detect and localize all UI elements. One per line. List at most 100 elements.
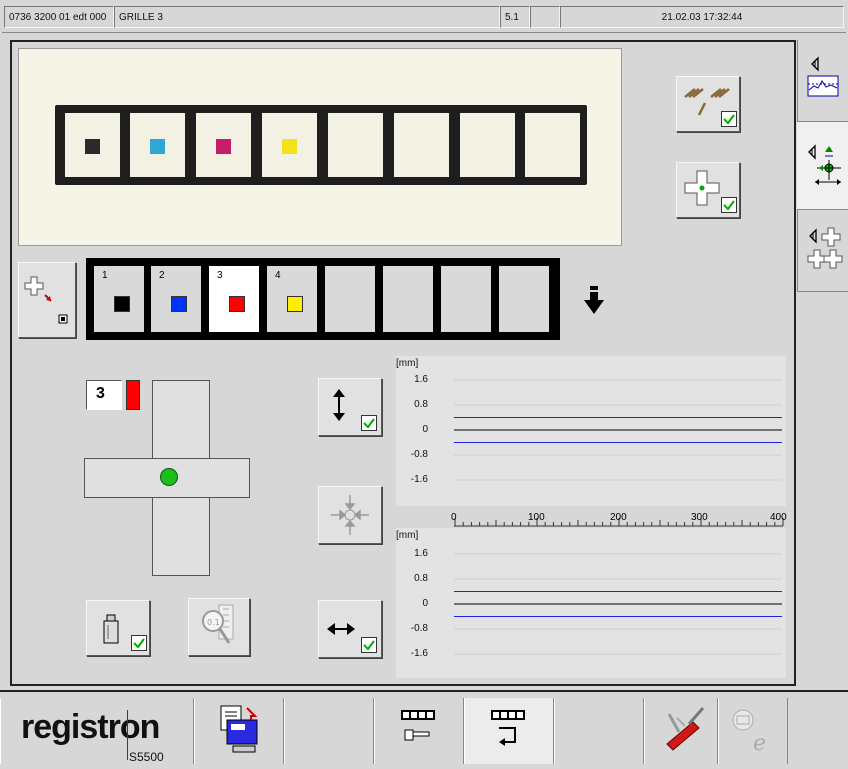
computer-button[interactable] xyxy=(194,698,284,764)
registron-app: 0736 3200 01 edt 000 GRILLE 3 5.1 21.02.… xyxy=(0,0,848,769)
brand-name: registron xyxy=(21,708,160,746)
ruler-label: 400 xyxy=(770,512,787,523)
tolerance-graph-bottom: [mm] 1.6 0.8 0 -0.8 -1.6 xyxy=(396,528,786,678)
swiss-knife-icon xyxy=(666,707,705,751)
photo-patch-3 xyxy=(216,139,231,154)
browser-button[interactable]: e xyxy=(718,698,788,764)
register-marks-button[interactable] xyxy=(676,76,740,132)
photo-cell xyxy=(394,113,449,177)
ruler-label: 100 xyxy=(528,512,545,523)
photo-cell xyxy=(460,113,515,177)
y-unit-label: [mm] xyxy=(396,358,419,369)
check-icon xyxy=(361,637,377,653)
svg-text:0.1: 0.1 xyxy=(207,618,220,627)
unit-cycle-icon xyxy=(491,710,525,746)
y-tick-label: -0.8 xyxy=(410,623,428,634)
unit-number: 3 xyxy=(217,270,223,281)
position-indicator xyxy=(160,468,178,486)
unit-cell-7[interactable] xyxy=(441,266,491,332)
horizontal-axis-button[interactable] xyxy=(318,600,382,658)
version: 5.1 xyxy=(500,6,530,28)
auto-center-button[interactable] xyxy=(318,486,382,544)
browser-icon: e xyxy=(732,709,766,756)
empty-slot xyxy=(284,698,374,764)
job-name: GRILLE 3 xyxy=(114,6,500,28)
registron-logo: registron S5500 xyxy=(0,698,194,764)
unit-number: 1 xyxy=(102,270,108,281)
check-icon xyxy=(131,635,147,651)
selected-unit-color xyxy=(126,380,140,410)
tolerance-graph-top: [mm] 1.6 0.8 0 -0.8 -1.6 xyxy=(396,356,786,506)
unit-swatch-4 xyxy=(287,296,303,312)
y-tick-label: 0.8 xyxy=(414,399,428,410)
y-tick-label: 0 xyxy=(422,424,428,435)
computer-icon xyxy=(220,705,258,753)
model-name: S5500 xyxy=(129,750,164,764)
unit-swatch-2 xyxy=(171,296,187,312)
unit-number: 2 xyxy=(159,270,165,281)
photo-cell xyxy=(130,113,185,177)
datetime: 21.02.03 17:32:44 xyxy=(560,6,844,28)
check-icon xyxy=(361,415,377,431)
photo-patch-2 xyxy=(150,139,165,154)
vertical-axis-button[interactable] xyxy=(318,378,382,436)
crosshair-grid-icon xyxy=(807,227,843,269)
unit-pointer-icon xyxy=(401,710,435,741)
logo-divider xyxy=(127,710,128,760)
svg-text:e: e xyxy=(753,731,766,756)
magnifier-icon: 0.1 xyxy=(202,604,234,644)
unit-swatch-1 xyxy=(114,296,130,312)
unit-cell-2[interactable]: 2 xyxy=(151,266,201,332)
selected-unit-number: 3 xyxy=(96,385,105,402)
unit-cell-1[interactable]: 1 xyxy=(94,266,144,332)
check-icon xyxy=(721,197,737,213)
unit-cell-3[interactable]: 3 xyxy=(209,266,259,332)
weight-button[interactable] xyxy=(86,600,150,656)
job-id: 0736 3200 01 edt 000 xyxy=(4,6,114,28)
graph-top-plot xyxy=(454,379,782,481)
auto-center-icon xyxy=(331,495,369,535)
tools-button[interactable] xyxy=(644,698,718,764)
photo-cell xyxy=(328,113,383,177)
unit-cell-6[interactable] xyxy=(383,266,433,332)
photo-cell xyxy=(196,113,251,177)
taskbar: registron S5500 e xyxy=(0,690,848,769)
arrow-down-icon[interactable] xyxy=(582,284,606,318)
y-tick-label: -1.6 xyxy=(410,648,428,659)
tab-register[interactable] xyxy=(797,122,848,210)
unit-cell-5[interactable] xyxy=(325,266,375,332)
check-icon xyxy=(721,111,737,127)
y-tick-label: 1.6 xyxy=(414,548,428,559)
empty-slot xyxy=(554,698,644,764)
y-unit-label: [mm] xyxy=(396,530,419,541)
photo-patch-1 xyxy=(85,139,100,154)
ruler-label: 300 xyxy=(691,512,708,523)
ruler-label: 0 xyxy=(451,512,457,523)
crosshair-center-button[interactable] xyxy=(676,162,740,218)
y-tick-label: 0.8 xyxy=(414,573,428,584)
status-empty xyxy=(530,6,560,28)
camera-image xyxy=(18,48,622,246)
tolerance-graph-icon xyxy=(807,56,839,97)
printing-unit-strip: 1 2 3 4 xyxy=(86,258,560,340)
distance-ruler: 0 100 200 300 400 xyxy=(451,506,787,528)
ruler-label: 200 xyxy=(610,512,627,523)
tab-tolerance[interactable] xyxy=(797,40,848,122)
status-bar: 0736 3200 01 edt 000 GRILLE 3 5.1 21.02.… xyxy=(2,2,846,33)
graph-bottom-plot xyxy=(454,553,782,655)
photo-patch-4 xyxy=(282,139,297,154)
photo-cell xyxy=(65,113,120,177)
unit-cell-4[interactable]: 4 xyxy=(267,266,317,332)
zoom-button[interactable]: 0.1 xyxy=(188,598,250,656)
tab-crosshair[interactable] xyxy=(797,210,848,292)
selected-unit-box: 3 xyxy=(86,380,122,410)
unit-swatch-3 xyxy=(229,296,245,312)
register-adjust-icon xyxy=(808,144,841,185)
unit-cell-8[interactable] xyxy=(499,266,549,332)
unit-number: 4 xyxy=(275,270,281,281)
unit-pointer-button[interactable] xyxy=(374,698,464,764)
y-tick-label: 0 xyxy=(422,598,428,609)
unit-cycle-button[interactable] xyxy=(464,698,554,764)
crosshair-select-button[interactable] xyxy=(18,262,76,338)
y-tick-label: 1.6 xyxy=(414,374,428,385)
